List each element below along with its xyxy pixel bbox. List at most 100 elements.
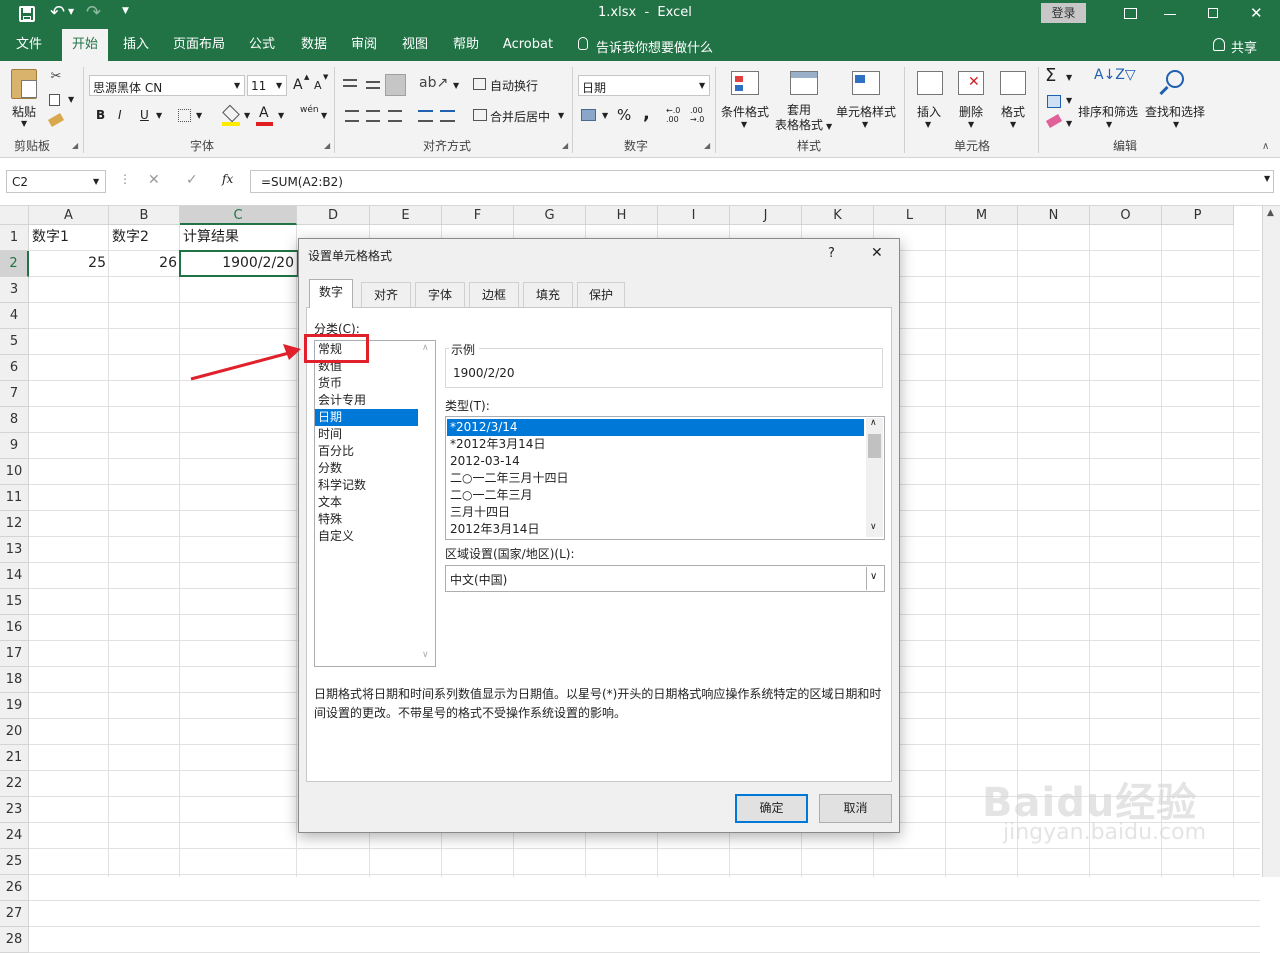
font-color-icon[interactable]: A: [259, 105, 269, 121]
cell-A2[interactable]: 25: [29, 251, 109, 276]
row-header-13[interactable]: 13: [0, 537, 29, 563]
column-header-E[interactable]: E: [370, 206, 442, 225]
tab-formulas[interactable]: 公式: [240, 29, 284, 61]
grow-font-icon[interactable]: A: [293, 77, 303, 93]
row-header-27[interactable]: 27: [0, 901, 29, 927]
type-item[interactable]: 三月十四日: [447, 504, 864, 521]
scroll-up-icon[interactable]: ∧: [870, 418, 877, 428]
insert-cells-button[interactable]: 插入: [917, 103, 941, 120]
scroll-up-icon[interactable]: ∧: [422, 343, 429, 353]
row-header-17[interactable]: 17: [0, 641, 29, 667]
cell-styles-dropdown-icon[interactable]: ▼: [862, 120, 868, 129]
column-header-A[interactable]: A: [29, 206, 109, 225]
row-header-22[interactable]: 22: [0, 771, 29, 797]
ok-button[interactable]: 确定: [735, 794, 808, 823]
align-top-icon[interactable]: [343, 79, 357, 87]
expand-formula-icon[interactable]: ▼: [1264, 174, 1270, 183]
undo-dropdown-icon[interactable]: ▼: [68, 7, 74, 16]
row-header-8[interactable]: 8: [0, 407, 29, 433]
fill-color-icon[interactable]: [222, 104, 240, 123]
category-item[interactable]: 会计专用: [315, 392, 435, 409]
cell-styles-icon[interactable]: [852, 71, 880, 95]
select-all-corner[interactable]: [0, 206, 29, 225]
category-item[interactable]: 日期: [315, 409, 435, 426]
column-header-C[interactable]: C: [180, 206, 297, 225]
row-header-18[interactable]: 18: [0, 667, 29, 693]
conditional-format-button[interactable]: 条件格式: [721, 103, 769, 120]
percent-style-button[interactable]: %: [617, 106, 631, 124]
italic-button[interactable]: I: [118, 108, 122, 122]
cancel-formula-icon[interactable]: ✕: [148, 172, 160, 188]
scroll-up-icon[interactable]: ▲: [1267, 208, 1274, 218]
insert-function-icon[interactable]: fx: [222, 172, 233, 186]
increase-decimal-icon[interactable]: ←.0.00: [666, 106, 680, 124]
row-header-25[interactable]: 25: [0, 849, 29, 875]
locale-dropdown-button[interactable]: ∨: [866, 567, 883, 590]
category-item[interactable]: 自定义: [315, 528, 435, 545]
column-header-L[interactable]: L: [874, 206, 946, 225]
row-header-4[interactable]: 4: [0, 303, 29, 329]
share-button[interactable]: 共享: [1231, 37, 1257, 56]
row-header-14[interactable]: 14: [0, 563, 29, 589]
bold-button[interactable]: B: [96, 108, 105, 122]
autosum-icon[interactable]: Σ: [1045, 65, 1056, 86]
find-select-icon[interactable]: [1166, 70, 1184, 88]
fill-dropdown-icon[interactable]: ▼: [1066, 96, 1072, 105]
format-cells-button[interactable]: 格式: [1001, 103, 1025, 120]
column-header-I[interactable]: I: [658, 206, 730, 225]
login-button[interactable]: 登录: [1041, 3, 1086, 23]
tell-me-search[interactable]: 告诉我你想要做什么: [596, 37, 713, 56]
vertical-scrollbar[interactable]: ▲: [1262, 206, 1280, 877]
autosum-dropdown-icon[interactable]: ▼: [1066, 73, 1072, 82]
delete-dropdown-icon[interactable]: ▼: [968, 120, 974, 129]
cancel-button[interactable]: 取消: [819, 794, 892, 823]
find-dropdown-icon[interactable]: ▼: [1173, 120, 1179, 129]
find-select-button[interactable]: 查找和选择: [1145, 103, 1205, 120]
underline-dropdown-icon[interactable]: ▼: [156, 111, 162, 120]
type-list[interactable]: *2012/3/14 *2012年3月14日 2012-03-14 二○一二年三月十四…: [445, 416, 885, 540]
restore-icon[interactable]: [1208, 8, 1218, 18]
row-header-7[interactable]: 7: [0, 381, 29, 407]
phonetic-icon[interactable]: wén: [300, 105, 319, 115]
tab-protection[interactable]: 保护: [577, 282, 625, 307]
accounting-format-icon[interactable]: [581, 109, 596, 121]
locale-select[interactable]: 中文(中国) ∨: [445, 565, 885, 592]
tab-number[interactable]: 数字: [309, 279, 353, 308]
tab-view[interactable]: 视图: [393, 29, 437, 61]
type-scrollbar[interactable]: ∧ ∨: [866, 418, 883, 537]
font-launcher-icon[interactable]: ◢: [324, 141, 330, 150]
number-format-select[interactable]: 日期 ▼: [578, 75, 710, 96]
format-table-button[interactable]: 套用 表格格式: [774, 103, 824, 133]
wrap-text-button[interactable]: 自动换行: [490, 77, 538, 94]
row-header-2[interactable]: 2: [0, 251, 29, 277]
align-center-icon[interactable]: [366, 110, 380, 122]
tab-acrobat[interactable]: Acrobat: [498, 29, 558, 61]
tab-alignment[interactable]: 对齐: [361, 282, 411, 307]
font-color-dropdown-icon[interactable]: ▼: [278, 111, 284, 120]
type-item[interactable]: *2012年3月14日: [447, 436, 864, 453]
scroll-down-icon[interactable]: ∨: [422, 650, 429, 660]
undo-icon[interactable]: ↶: [50, 2, 65, 23]
category-item[interactable]: 分数: [315, 460, 435, 477]
fill-dropdown-icon[interactable]: ▼: [244, 111, 250, 120]
font-name-select[interactable]: 思源黑体 CN ▼: [89, 75, 245, 96]
category-item[interactable]: 特殊: [315, 511, 435, 528]
paste-button-label[interactable]: 粘贴: [12, 103, 36, 120]
underline-button[interactable]: U: [140, 108, 149, 122]
align-middle-icon[interactable]: [366, 81, 380, 89]
format-table-icon[interactable]: [790, 71, 818, 95]
row-header-26[interactable]: 26: [0, 875, 29, 901]
category-item[interactable]: 百分比: [315, 443, 435, 460]
cell-C1[interactable]: 计算结果: [180, 225, 297, 250]
row-header-28[interactable]: 28: [0, 927, 29, 953]
column-header-J[interactable]: J: [730, 206, 802, 225]
clear-icon[interactable]: [1045, 114, 1063, 128]
tab-page-layout[interactable]: 页面布局: [166, 29, 232, 61]
close-window-icon[interactable]: ✕: [1250, 4, 1263, 22]
ribbon-display-icon[interactable]: [1124, 8, 1137, 19]
comma-style-button[interactable]: ,: [643, 103, 650, 124]
type-item[interactable]: *2012/3/14: [447, 419, 864, 436]
tab-home[interactable]: 开始: [62, 29, 108, 61]
category-item[interactable]: 文本: [315, 494, 435, 511]
dialog-close-icon[interactable]: ✕: [871, 245, 883, 261]
